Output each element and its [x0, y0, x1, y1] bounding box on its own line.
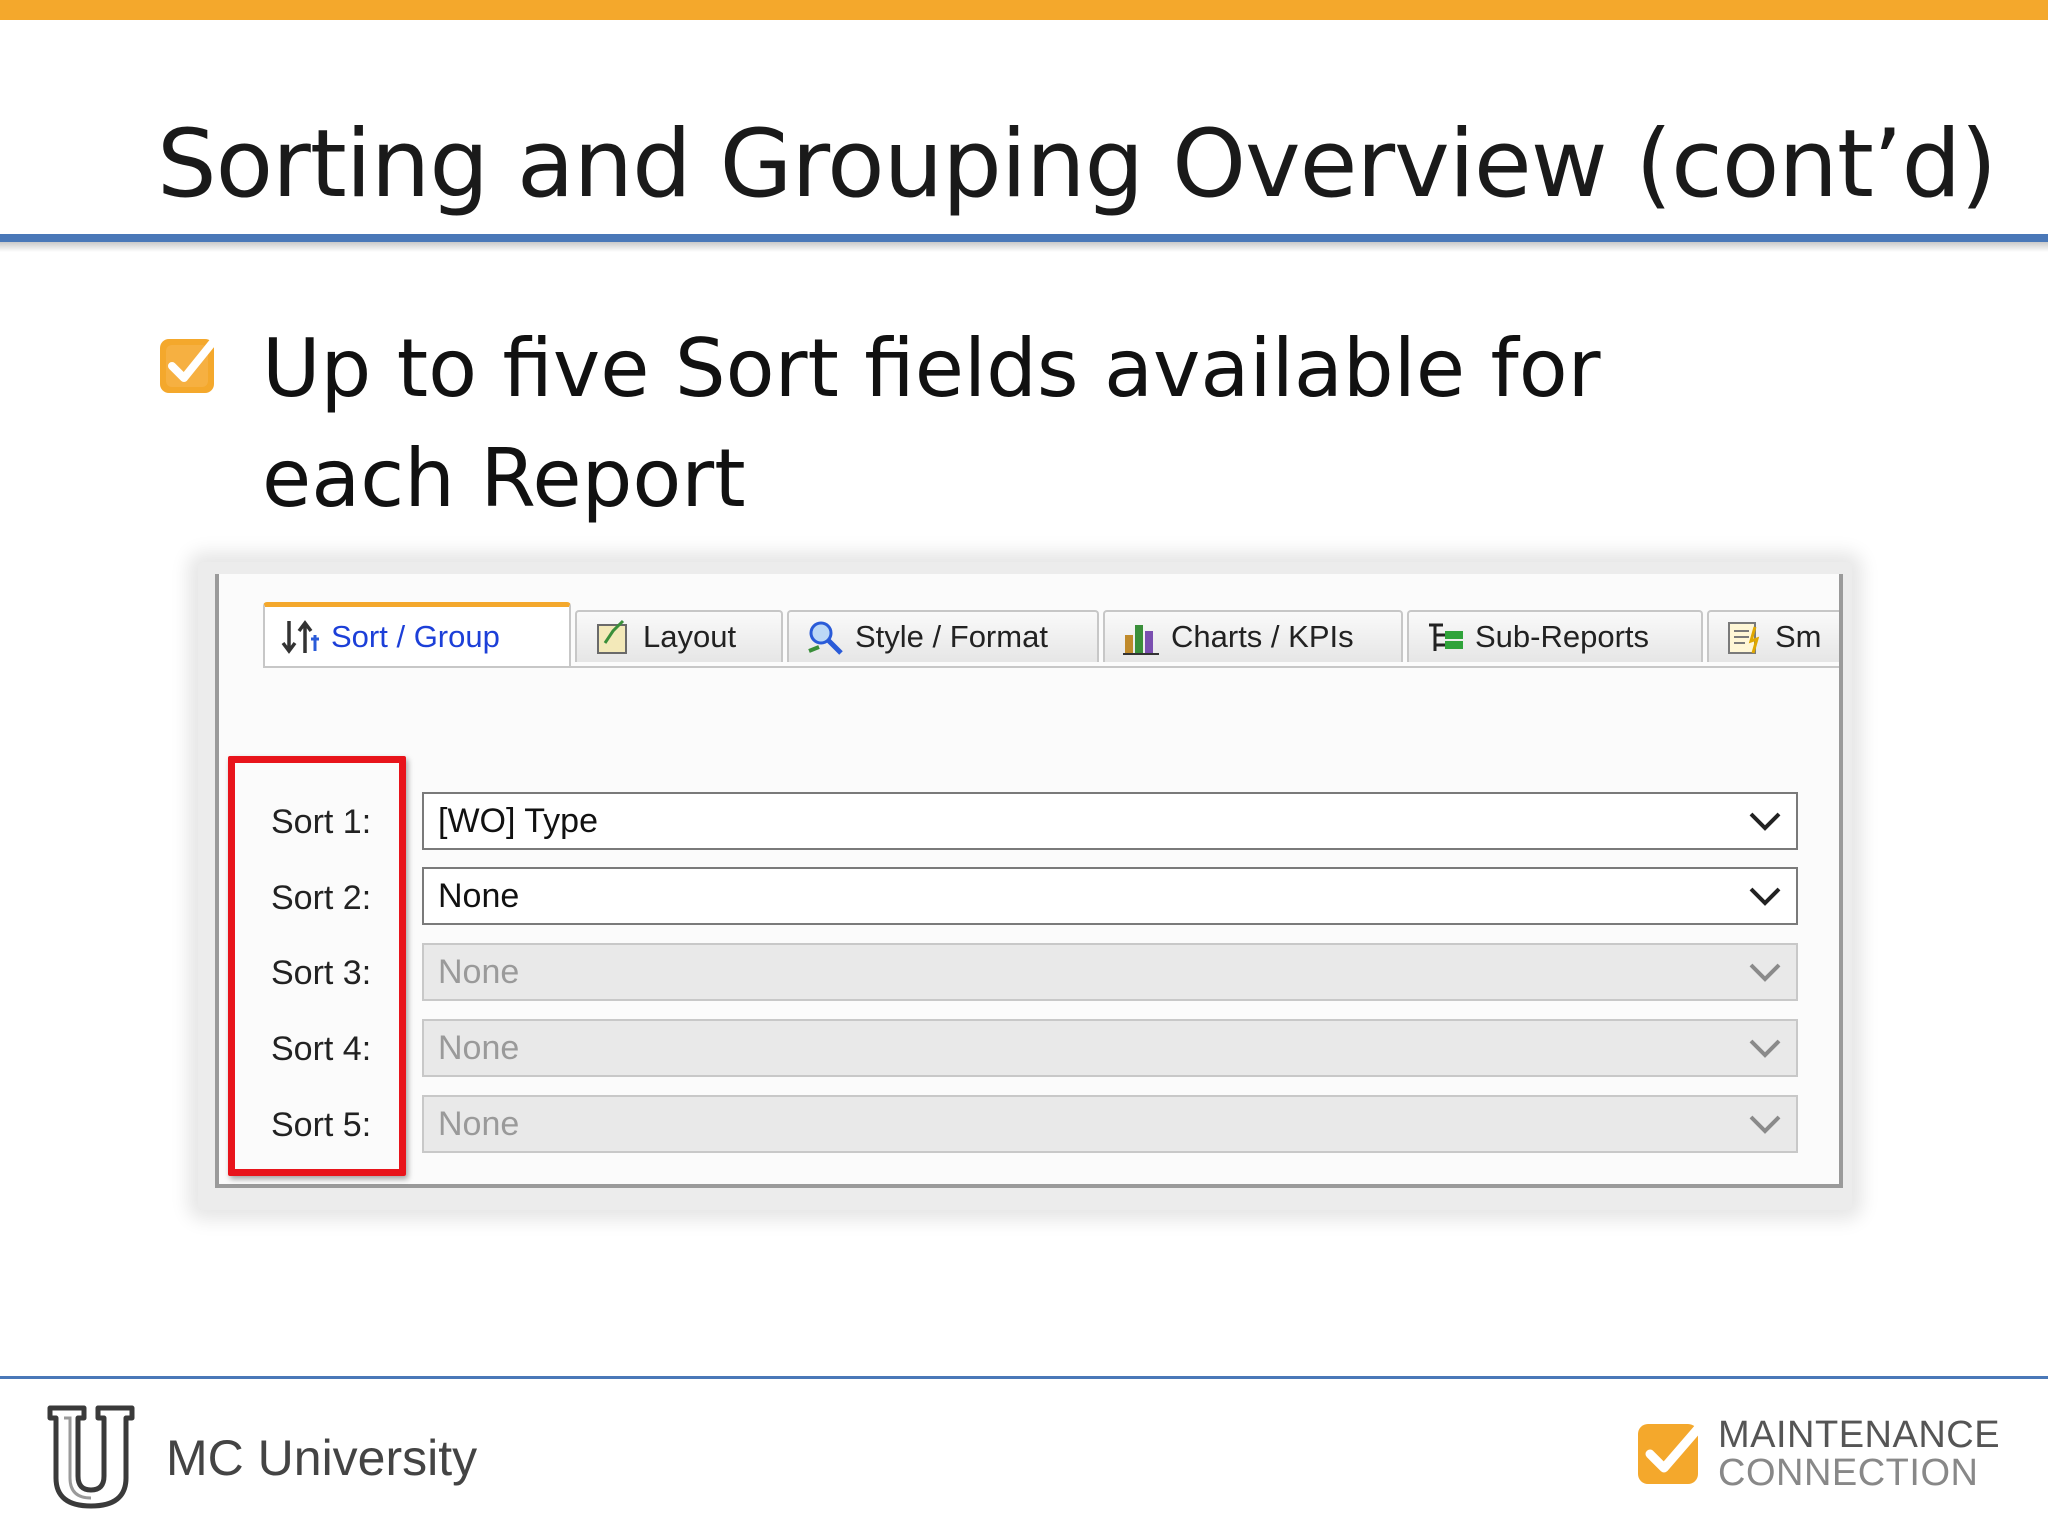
- sort-2-select[interactable]: None: [422, 867, 1798, 925]
- sort-5-value: None: [438, 1105, 520, 1143]
- title-divider-shadow: [0, 242, 2048, 252]
- brand-name-line1: MAINTENANCE: [1718, 1414, 2001, 1456]
- tab-sub-reports[interactable]: Sub-Reports: [1407, 610, 1703, 662]
- sort-2-value: None: [438, 877, 520, 915]
- sort-4-value: None: [438, 1029, 520, 1067]
- chevron-down-icon: [1749, 887, 1781, 906]
- tab-label: Sub-Reports: [1475, 619, 1650, 654]
- tab-smart[interactable]: Sm: [1707, 610, 1839, 662]
- tab-style-format[interactable]: Style / Format: [787, 610, 1099, 662]
- brand-name-line2: CONNECTION: [1718, 1452, 1979, 1494]
- tab-sort-group[interactable]: Sort / Group: [263, 602, 571, 666]
- slide-title: Sorting and Grouping Overview (cont’d): [157, 110, 1997, 219]
- tab-label: Style / Format: [855, 619, 1048, 654]
- smart-icon: [1728, 622, 1760, 654]
- sort-labels-highlight: [228, 756, 406, 1176]
- sub-reports-icon: [1429, 623, 1463, 651]
- sort-group-panel: Sort / Group Layout Style / Format Chart…: [215, 574, 1843, 1188]
- sort-3-select[interactable]: None: [422, 943, 1798, 1001]
- tab-layout[interactable]: Layout: [575, 610, 783, 662]
- chevron-down-icon: [1749, 1115, 1781, 1134]
- layout-icon: [597, 619, 627, 654]
- tab-label: Sm: [1775, 619, 1822, 654]
- bullet-text: Up to five Sort fields available for eac…: [262, 322, 1601, 525]
- tab-label: Layout: [643, 619, 737, 654]
- chevron-down-icon: [1749, 1039, 1781, 1058]
- maintenance-connection-logo-icon: [1638, 1419, 1706, 1484]
- chevron-down-icon: [1749, 812, 1781, 831]
- mc-university-logo-icon: [47, 1405, 135, 1509]
- charts-kpis-icon: [1123, 625, 1159, 655]
- tab-strip-baseline: [263, 666, 1839, 668]
- tab-label: Sort / Group: [331, 618, 500, 654]
- tab-label: Charts / KPIs: [1171, 619, 1354, 654]
- checkbox-bullet-icon: [160, 338, 217, 393]
- sort-4-select[interactable]: None: [422, 1019, 1798, 1077]
- footer-divider: [0, 1376, 2048, 1379]
- title-divider: [0, 234, 2048, 242]
- sort-1-value: [WO] Type: [438, 802, 598, 840]
- sort-1-select[interactable]: [WO] Type: [422, 792, 1798, 850]
- chevron-down-icon: [1749, 963, 1781, 982]
- footer-mc-university: MC University: [166, 1430, 478, 1486]
- top-accent-bar: [0, 0, 2048, 20]
- sort-arrows-icon: [281, 619, 319, 654]
- sort-5-select[interactable]: None: [422, 1095, 1798, 1153]
- style-format-icon: [808, 621, 843, 655]
- tab-strip: Sort / Group Layout Style / Format Chart…: [263, 602, 1839, 666]
- sort-3-value: None: [438, 953, 520, 991]
- tab-charts-kpis[interactable]: Charts / KPIs: [1103, 610, 1403, 662]
